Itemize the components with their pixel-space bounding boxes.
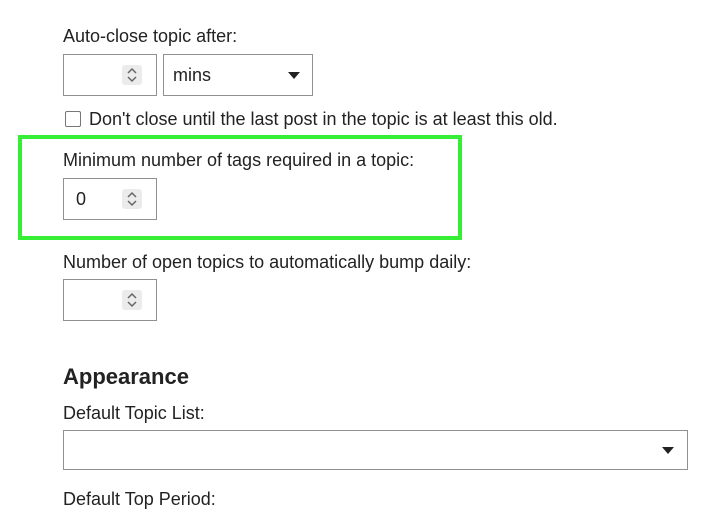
auto-close-unit-value: mins bbox=[173, 65, 212, 85]
bump-daily-label: Number of open topics to automatically b… bbox=[63, 252, 472, 272]
default-topic-list-label: Default Topic List: bbox=[63, 403, 205, 423]
auto-close-unit-select[interactable]: mins bbox=[163, 54, 313, 96]
dont-close-label: Don't close until the last post in the t… bbox=[89, 109, 558, 129]
chevron-down-icon bbox=[288, 72, 300, 79]
min-tags-label: Minimum number of tags required in a top… bbox=[63, 150, 415, 170]
appearance-heading: Appearance bbox=[63, 364, 189, 389]
min-tags-input[interactable]: 0 bbox=[63, 178, 157, 220]
bump-daily-input[interactable] bbox=[63, 279, 157, 321]
dont-close-checkbox[interactable] bbox=[65, 111, 81, 127]
auto-close-input[interactable] bbox=[63, 54, 157, 96]
min-tags-value: 0 bbox=[76, 189, 87, 209]
default-topic-list-select[interactable] bbox=[63, 430, 688, 470]
spinner-icon[interactable] bbox=[122, 65, 142, 85]
chevron-down-icon bbox=[662, 447, 674, 454]
default-top-period-label: Default Top Period: bbox=[63, 489, 216, 509]
auto-close-label: Auto-close topic after: bbox=[63, 26, 238, 46]
spinner-icon[interactable] bbox=[122, 189, 142, 209]
spinner-icon[interactable] bbox=[122, 290, 142, 310]
